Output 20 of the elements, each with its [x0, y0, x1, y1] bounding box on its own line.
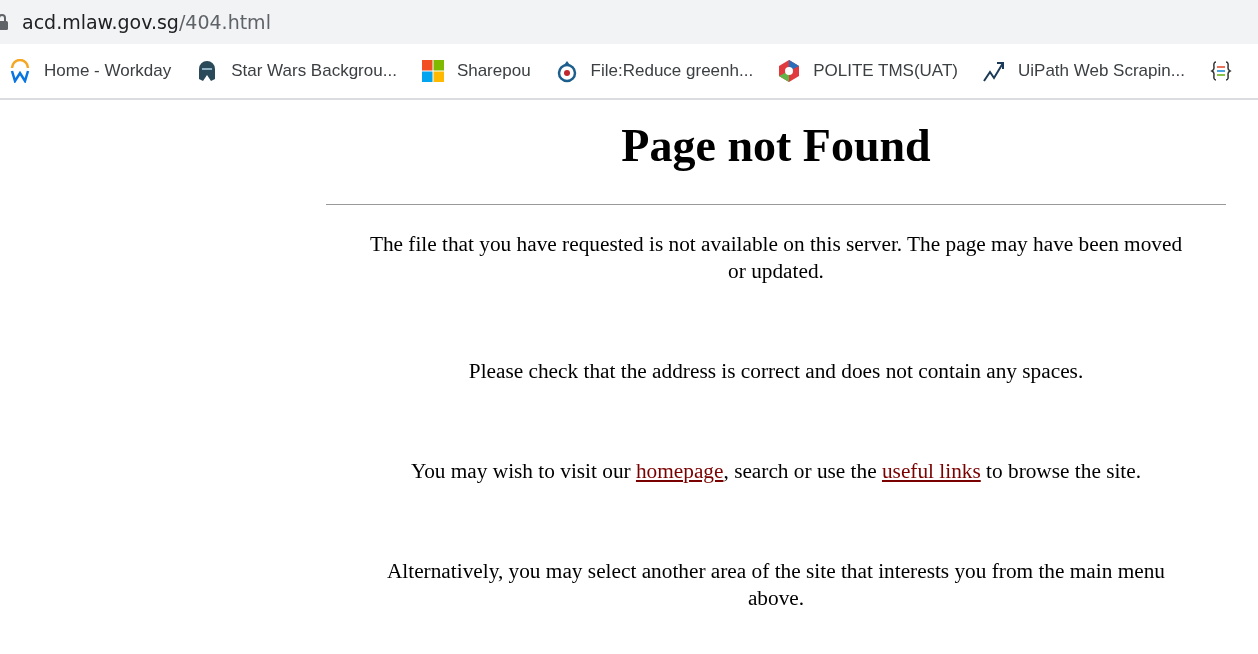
braces-icon — [1208, 59, 1233, 83]
bookmark[interactable]: UiPath Web Scrapin... — [982, 59, 1185, 83]
bookmark[interactable]: File:Reduce greenh... — [554, 59, 754, 83]
paragraph: Please check that the address is correct and does not contain any spaces. — [467, 358, 1085, 385]
trend-arrow-icon — [982, 59, 1006, 83]
bookmark[interactable]: Home - Workday — [8, 59, 172, 83]
paragraph: You may wish to visit our homepage, search or use the useful links to browse the site. — [409, 458, 1143, 485]
bookmark[interactable]: POLITE TMS(UAT) — [777, 59, 958, 83]
four-squares-icon — [420, 59, 445, 83]
bookmark[interactable] — [1208, 59, 1233, 83]
paragraph: The file that you have requested is not available on this server. The page may have been moved or updated. — [368, 231, 1184, 285]
workday-icon — [8, 59, 32, 83]
url-field[interactable]: acd.mlaw.gov.sg/404.html — [22, 11, 271, 33]
hexagon-icon — [777, 59, 802, 83]
bookmark[interactable]: Star Wars Backgrou... — [195, 59, 397, 83]
bookmark[interactable]: Sharepou — [420, 59, 531, 83]
text-link[interactable]: useful links — [881, 459, 981, 483]
page-title: Page not Found — [620, 119, 932, 173]
paragraph: Alternatively, you may select another area of the site that interests you from the main menu above. — [385, 558, 1167, 612]
text-link[interactable]: homepage — [635, 459, 724, 483]
